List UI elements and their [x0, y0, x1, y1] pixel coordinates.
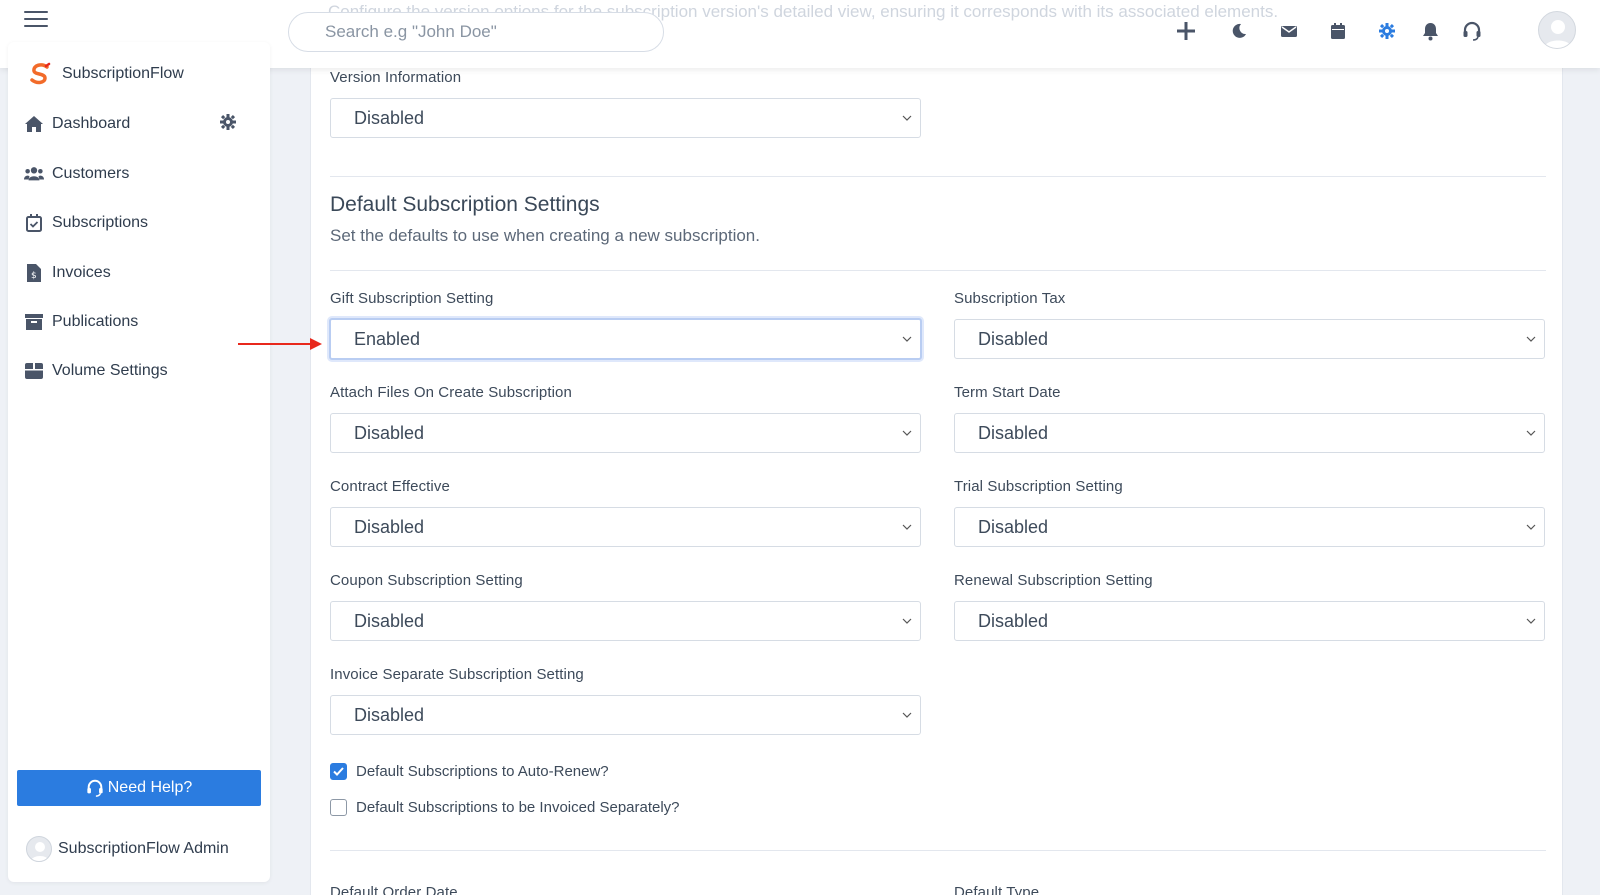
sidebar-item-label: Dashboard — [52, 115, 131, 132]
trial-subscription-value: Disabled — [978, 516, 1049, 537]
coupon-subscription-label: Coupon Subscription Setting — [330, 572, 523, 589]
svg-text:$: $ — [31, 271, 37, 281]
section-subtitle: Set the defaults to use when creating a … — [330, 226, 760, 245]
chevron-down-icon — [1526, 618, 1536, 624]
bell-icon[interactable] — [1417, 18, 1443, 44]
sidebar-item-subscriptions[interactable]: Subscriptions — [24, 211, 148, 235]
default-type-label: Default Type — [954, 884, 1040, 895]
sidebar-item-label: Publications — [52, 313, 139, 330]
archive-icon — [24, 312, 44, 332]
sidebar-item-label: Subscriptions — [52, 214, 149, 231]
headset-icon — [87, 779, 103, 797]
mail-icon[interactable] — [1276, 18, 1302, 44]
version-information-label: Version Information — [330, 69, 462, 86]
admin-name: SubscriptionFlow Admin — [58, 840, 229, 857]
brand-name: SubscriptionFlow — [62, 65, 184, 82]
trial-subscription-select[interactable]: Disabled — [954, 507, 1545, 547]
search-input[interactable] — [288, 12, 664, 52]
chevron-down-icon — [902, 712, 912, 718]
contract-effective-select[interactable]: Disabled — [330, 507, 921, 547]
contract-effective-label: Contract Effective — [330, 478, 450, 495]
invoice-separate-value: Disabled — [354, 704, 425, 725]
gift-subscription-value: Enabled — [354, 328, 421, 349]
sidebar-item-label: Invoices — [52, 264, 111, 281]
home-icon — [24, 114, 44, 134]
default-order-date-label: Default Order Date — [330, 884, 458, 895]
invoice-icon: $ — [24, 263, 44, 283]
section-title: Default Subscription Settings — [330, 193, 600, 216]
brand[interactable]: SubscriptionFlow — [28, 62, 184, 86]
invoice-separate-label: Invoice Separate Subscription Setting — [330, 666, 584, 683]
admin-avatar — [26, 836, 52, 862]
chevron-down-icon — [902, 430, 912, 436]
renewal-subscription-value: Disabled — [978, 610, 1049, 631]
version-information-value: Disabled — [354, 107, 425, 128]
scroll-gutter — [1563, 68, 1600, 895]
term-start-date-label: Term Start Date — [954, 384, 1061, 401]
gift-subscription-select[interactable]: Enabled — [329, 318, 922, 360]
section-divider — [330, 176, 1546, 177]
need-help-button[interactable]: Need Help? — [17, 770, 261, 806]
chevron-down-icon — [902, 524, 912, 530]
menu-toggle-icon[interactable] — [24, 11, 48, 29]
chevron-down-icon — [1526, 336, 1536, 342]
plus-icon[interactable] — [1173, 18, 1199, 44]
settings-gear-icon[interactable] — [1374, 18, 1400, 44]
version-information-select[interactable]: Disabled — [330, 98, 921, 138]
section-divider — [330, 850, 1546, 851]
headset-icon[interactable] — [1459, 18, 1485, 44]
admin-profile[interactable]: SubscriptionFlow Admin — [26, 836, 229, 862]
chevron-down-icon — [902, 618, 912, 624]
coupon-subscription-select[interactable]: Disabled — [330, 601, 921, 641]
invoiced-separately-label: Default Subscriptions to be Invoiced Sep… — [356, 799, 680, 816]
term-start-date-value: Disabled — [978, 422, 1049, 443]
sidebar-item-publications[interactable]: Publications — [24, 310, 138, 334]
coupon-subscription-value: Disabled — [354, 610, 425, 631]
users-icon — [24, 164, 44, 184]
subscriptionflow-logo-icon — [30, 62, 51, 85]
calendar-check-icon — [24, 213, 44, 233]
contract-effective-value: Disabled — [354, 516, 425, 537]
invoice-separate-select[interactable]: Disabled — [330, 695, 921, 735]
auto-renew-checkbox-row[interactable]: Default Subscriptions to Auto-Renew? — [330, 763, 609, 780]
trial-subscription-label: Trial Subscription Setting — [954, 478, 1123, 495]
auto-renew-checkbox[interactable] — [330, 763, 347, 780]
checkmark-icon — [333, 767, 344, 776]
user-avatar[interactable] — [1538, 11, 1576, 49]
section-divider — [330, 270, 1546, 271]
renewal-subscription-select[interactable]: Disabled — [954, 601, 1545, 641]
chevron-down-icon — [902, 115, 912, 121]
gift-subscription-label: Gift Subscription Setting — [330, 290, 494, 307]
invoiced-separately-checkbox[interactable] — [330, 799, 347, 816]
chevron-down-icon — [1526, 524, 1536, 530]
sidebar-item-dashboard[interactable]: Dashboard — [24, 112, 130, 136]
subscription-tax-select[interactable]: Disabled — [954, 319, 1545, 359]
sidebar-item-customers[interactable]: Customers — [24, 162, 129, 186]
settings-card: Version Information Disabled Default Sub… — [310, 40, 1563, 895]
attach-files-label: Attach Files On Create Subscription — [330, 384, 572, 401]
sidebar-item-label: Customers — [52, 165, 130, 182]
auto-renew-label: Default Subscriptions to Auto-Renew? — [356, 763, 609, 780]
sidebar: SubscriptionFlow Dashboard Customers Sub… — [8, 42, 270, 882]
attach-files-value: Disabled — [354, 422, 425, 443]
chevron-down-icon — [902, 336, 912, 342]
need-help-label: Need Help? — [107, 779, 193, 796]
moon-icon[interactable] — [1226, 18, 1252, 44]
renewal-subscription-label: Renewal Subscription Setting — [954, 572, 1153, 589]
dashboard-settings-gear-icon[interactable] — [220, 114, 236, 135]
term-start-date-select[interactable]: Disabled — [954, 413, 1545, 453]
subscription-tax-value: Disabled — [978, 328, 1049, 349]
invoiced-separately-checkbox-row[interactable]: Default Subscriptions to be Invoiced Sep… — [330, 799, 680, 816]
calendar-icon[interactable] — [1325, 18, 1351, 44]
chevron-down-icon — [1526, 430, 1536, 436]
sidebar-item-invoices[interactable]: $ Invoices — [24, 261, 111, 285]
sidebar-item-volume-settings[interactable]: Volume Settings — [24, 359, 168, 383]
annotation-arrow-icon — [238, 338, 322, 350]
attach-files-select[interactable]: Disabled — [330, 413, 921, 453]
subscription-tax-label: Subscription Tax — [954, 290, 1066, 307]
sidebar-item-label: Volume Settings — [52, 362, 168, 379]
box-icon — [24, 361, 44, 381]
